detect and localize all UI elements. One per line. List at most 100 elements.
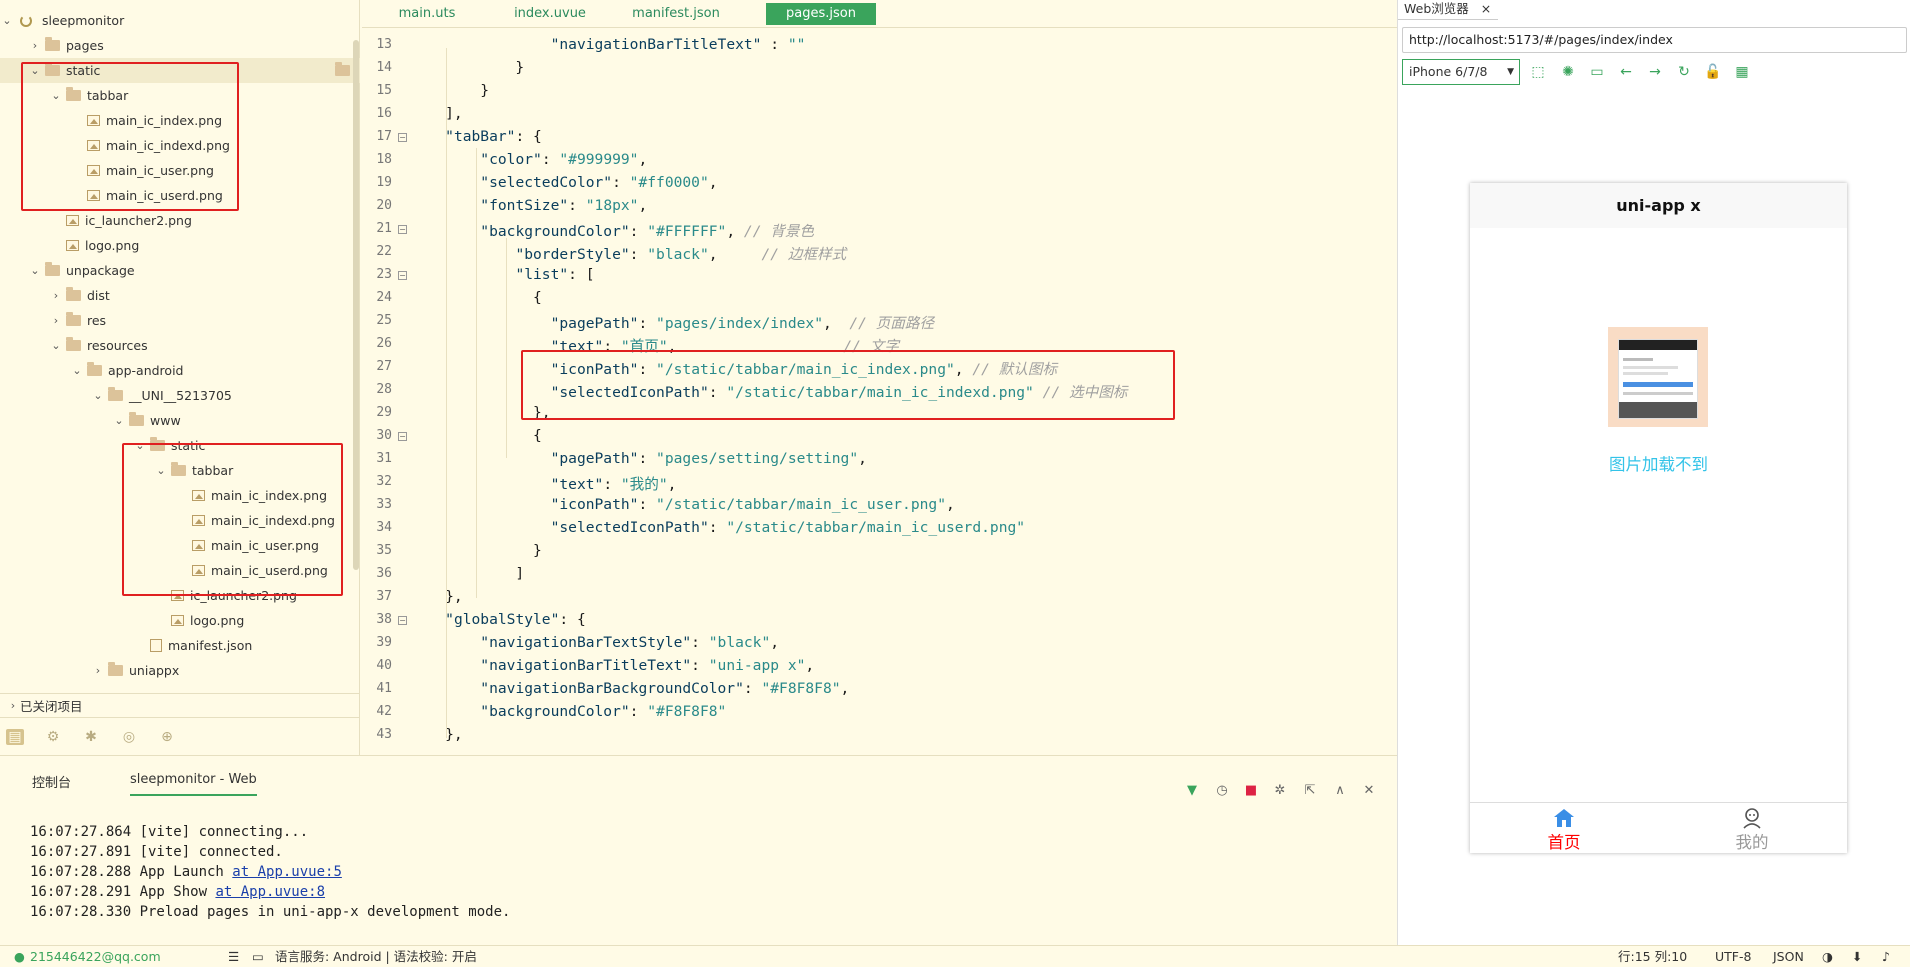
tabbar-item-mine[interactable]: 我的 — [1658, 803, 1846, 854]
rotate-icon[interactable]: ⬚ — [1528, 62, 1548, 82]
fold-icon[interactable]: − — [398, 616, 407, 625]
tree-item[interactable]: ⌄ tabbar — [0, 83, 360, 108]
tree-item[interactable]: manifest.json — [0, 633, 360, 658]
source-link[interactable]: at App.uvue:5 — [232, 864, 342, 880]
settings-icon[interactable]: ✺ — [1558, 62, 1578, 82]
explorer-scrollbar[interactable] — [353, 40, 359, 570]
tree-item[interactable]: ⌄ resources — [0, 333, 360, 358]
tree-item[interactable]: › res — [0, 308, 360, 333]
clear-icon[interactable]: ✕ — [1360, 782, 1378, 800]
source-link[interactable]: at App.uvue:8 — [215, 884, 325, 900]
tab-console[interactable]: 控制台 — [32, 772, 71, 791]
back-arrow-icon[interactable]: ← — [1616, 62, 1636, 82]
collapse-icon[interactable]: ∧ — [1331, 782, 1349, 800]
lock-icon[interactable]: 🔓 — [1703, 62, 1723, 82]
browser-tab[interactable]: Web浏览器 × — [1398, 0, 1498, 20]
chevron-down-icon[interactable]: ⌄ — [154, 464, 168, 477]
tree-item[interactable]: main_ic_userd.png — [0, 183, 360, 208]
chevron-down-icon[interactable]: ⌄ — [133, 439, 147, 452]
tree-item[interactable]: › pages — [0, 33, 360, 58]
bug-icon[interactable]: ✱ — [82, 729, 100, 745]
tab-index-uvue[interactable]: index.uvue — [510, 3, 590, 25]
chevron-down-icon[interactable]: ⌄ — [28, 64, 42, 77]
json-file-icon — [150, 639, 162, 652]
run-icon[interactable]: ◷ — [1213, 782, 1231, 800]
search-icon[interactable]: ◎ — [120, 729, 138, 745]
chevron-right-icon[interactable]: › — [49, 314, 63, 327]
debug-icon[interactable]: ⚙ — [44, 729, 62, 745]
file-encoding[interactable]: UTF-8 — [1715, 946, 1751, 967]
refresh-icon[interactable]: ↻ — [1674, 62, 1694, 82]
chevron-right-icon[interactable]: › — [49, 289, 63, 302]
close-icon[interactable]: × — [1481, 1, 1491, 16]
fold-icon[interactable]: − — [398, 271, 407, 280]
line-number: 25 — [376, 313, 392, 328]
tree-item[interactable]: ⌄ static — [0, 433, 360, 458]
tab-web-output[interactable]: sleepmonitor - Web — [130, 772, 257, 796]
tree-item[interactable]: main_ic_user.png — [0, 533, 360, 558]
line-number: 33 — [376, 497, 392, 512]
console-icon[interactable]: ▭ — [1587, 62, 1607, 82]
user-account[interactable]: 215446422@qq.com — [30, 946, 161, 967]
console-text: 16:07:27.891 [vite] connected. — [30, 844, 283, 860]
tree-item[interactable]: › dist — [0, 283, 360, 308]
chevron-down-icon[interactable]: ⌄ — [70, 364, 84, 377]
cursor-position[interactable]: 行:15 列:10 — [1618, 946, 1687, 967]
open-folder-icon[interactable] — [335, 62, 350, 76]
tree-item[interactable]: logo.png — [0, 608, 360, 633]
tabbar-item-home[interactable]: 首页 — [1470, 803, 1658, 854]
tree-item[interactable]: logo.png — [0, 233, 360, 258]
code-editor[interactable]: 13 "navigationBarTitleText" : "" 14 } 15 }… — [362, 28, 1397, 755]
tree-item[interactable]: ic_launcher2.png — [0, 583, 360, 608]
globe-icon[interactable]: ⊕ — [158, 729, 176, 745]
chevron-down-icon[interactable]: ⌄ — [28, 264, 42, 277]
chevron-down-icon[interactable]: ⌄ — [49, 89, 63, 102]
tree-item[interactable]: main_ic_indexd.png — [0, 508, 360, 533]
tree-item[interactable]: main_ic_userd.png — [0, 558, 360, 583]
tree-item[interactable]: ⌄ unpackage — [0, 258, 360, 283]
project-root[interactable]: ⌄ sleepmonitor — [0, 8, 360, 33]
device-select[interactable]: iPhone 6/7/8 ▼ — [1402, 59, 1520, 85]
file-language[interactable]: JSON — [1773, 946, 1804, 967]
tree-item[interactable]: ic_launcher2.png — [0, 208, 360, 233]
tree-item[interactable]: main_ic_index.png — [0, 483, 360, 508]
tab-manifest-json[interactable]: manifest.json — [627, 3, 725, 25]
tree-item-label: ic_launcher2.png — [190, 588, 297, 603]
bell-icon[interactable]: ♪ — [1882, 946, 1890, 967]
chevron-down-icon[interactable]: ⌄ — [112, 414, 126, 427]
tree-item[interactable]: main_ic_user.png — [0, 158, 360, 183]
line-number: 42 — [376, 704, 392, 719]
closed-projects[interactable]: › 已关闭项目 — [0, 693, 360, 717]
chevron-right-icon[interactable]: › — [91, 664, 105, 677]
tree-item[interactable]: ⌄ app-android — [0, 358, 360, 383]
tree-item[interactable]: › uniappx — [0, 658, 360, 683]
forward-arrow-icon[interactable]: → — [1645, 62, 1665, 82]
tree-item[interactable]: main_ic_indexd.png — [0, 133, 360, 158]
chevron-down-icon[interactable]: ⌄ — [91, 389, 105, 402]
tree-item[interactable]: ⌄ www — [0, 408, 360, 433]
tree-item[interactable]: ⌄ tabbar — [0, 458, 360, 483]
message-icon[interactable]: ▭ — [252, 946, 264, 967]
help-icon[interactable]: ◑ — [1822, 946, 1833, 967]
list-icon[interactable]: ☰ — [228, 946, 239, 967]
url-input[interactable]: http://localhost:5173/#/pages/index/inde… — [1402, 27, 1907, 53]
debug-icon[interactable]: ✲ — [1271, 782, 1289, 800]
qrcode-icon[interactable]: ▦ — [1732, 62, 1752, 82]
tab-pages-json[interactable]: pages.json — [766, 3, 876, 25]
download-icon[interactable]: ⬇ — [1852, 946, 1862, 967]
language-service[interactable]: 语言服务: Android | 语法校验: 开启 — [275, 946, 477, 967]
fold-icon[interactable]: − — [398, 432, 407, 441]
tree-item[interactable]: main_ic_index.png — [0, 108, 360, 133]
image-error-text[interactable]: 图片加载不到 — [1470, 451, 1847, 475]
chevron-down-icon[interactable]: ⌄ — [49, 339, 63, 352]
folder-view-icon[interactable]: ▤ — [6, 728, 24, 745]
tree-item[interactable]: ⌄ __UNI__5213705 — [0, 383, 360, 408]
fold-icon[interactable]: − — [398, 225, 407, 234]
export-icon[interactable]: ⇱ — [1301, 782, 1319, 800]
chevron-right-icon[interactable]: › — [28, 39, 42, 52]
vue-icon[interactable]: ▼ — [1183, 782, 1201, 800]
tab-main-uts[interactable]: main.uts — [392, 3, 462, 25]
fold-icon[interactable]: − — [398, 133, 407, 142]
stop-icon[interactable]: ■ — [1242, 782, 1260, 800]
tree-item[interactable]: ⌄ static — [0, 58, 360, 83]
